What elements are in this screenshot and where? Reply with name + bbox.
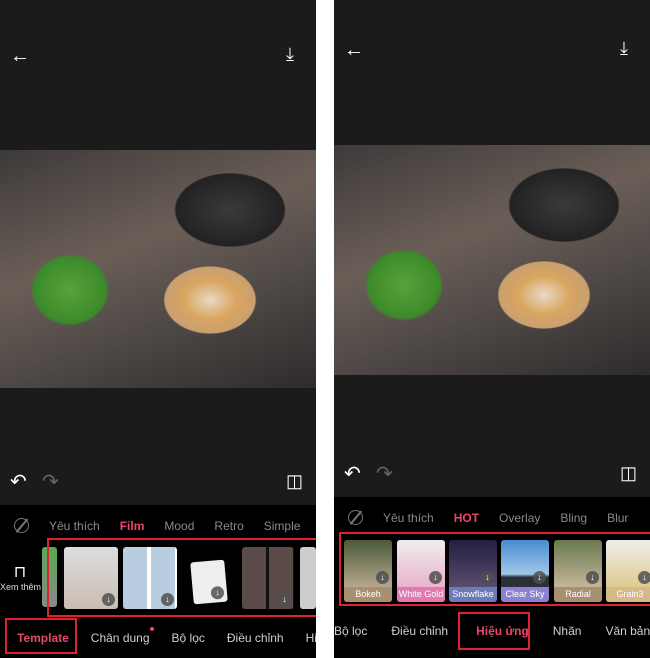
tab-van-ban[interactable]: Văn bản xyxy=(605,624,650,638)
category-yeu-thich[interactable]: Yêu thích xyxy=(49,519,100,533)
category-retro[interactable]: Retro xyxy=(214,519,243,533)
category-simple[interactable]: Simple xyxy=(264,519,301,533)
no-effect-icon[interactable] xyxy=(14,518,29,533)
download-icon[interactable]: ⤓ xyxy=(620,38,628,58)
category-mood[interactable]: Mood xyxy=(164,519,194,533)
download-icon[interactable]: ⤓ xyxy=(286,44,294,64)
tab-more[interactable]: Hi xyxy=(306,631,316,645)
photo-preview xyxy=(0,150,316,388)
tab-dieu-chinh[interactable]: Điều chỉnh xyxy=(391,624,448,638)
category-yeu-thich[interactable]: Yêu thích xyxy=(383,511,434,525)
category-overlay[interactable]: Overlay xyxy=(499,511,540,525)
right-editor-screen: ← ⤓ ↶ ↷ ◫ Yêu thích HOT Overlay Bling Bl… xyxy=(334,0,650,658)
back-arrow-icon[interactable]: ← xyxy=(344,40,364,60)
highlight-box xyxy=(5,618,77,654)
undo-icon[interactable]: ↶ xyxy=(10,472,27,492)
tab-nhan[interactable]: Nhãn xyxy=(553,624,582,638)
highlight-box xyxy=(458,612,530,650)
tab-bo-loc[interactable]: Bộ lọc xyxy=(334,624,367,638)
compare-icon[interactable]: ◫ xyxy=(286,471,303,491)
template-panel: Yêu thích Film Mood Retro Simple ⊓ Xem t… xyxy=(0,505,316,658)
see-more-button[interactable]: ⊓ Xem thêm xyxy=(0,562,42,592)
tab-bo-loc[interactable]: Bộ lọc xyxy=(172,631,205,645)
highlight-box xyxy=(47,538,316,617)
see-more-label: Xem thêm xyxy=(0,582,42,592)
box-icon: ⊓ xyxy=(13,564,27,581)
category-hot[interactable]: HOT xyxy=(454,511,479,525)
left-editor-screen: ← ⤓ ↶ ↷ ◫ Yêu thích Film Mood Retro Simp… xyxy=(0,0,316,658)
back-arrow-icon[interactable]: ← xyxy=(10,46,30,66)
redo-icon[interactable]: ↷ xyxy=(376,464,393,484)
no-effect-icon[interactable] xyxy=(348,510,363,525)
category-bling[interactable]: Bling xyxy=(560,511,587,525)
category-film[interactable]: Film xyxy=(120,519,145,533)
category-blur[interactable]: Blur xyxy=(607,511,628,525)
redo-icon[interactable]: ↷ xyxy=(42,472,59,492)
undo-icon[interactable]: ↶ xyxy=(344,464,361,484)
compare-icon[interactable]: ◫ xyxy=(620,463,637,483)
tab-chan-dung[interactable]: Chân dung xyxy=(91,631,150,645)
tab-dieu-chinh[interactable]: Điều chỉnh xyxy=(227,631,284,645)
new-badge-dot xyxy=(150,627,154,631)
photo-preview xyxy=(334,145,650,375)
highlight-box xyxy=(339,532,650,606)
